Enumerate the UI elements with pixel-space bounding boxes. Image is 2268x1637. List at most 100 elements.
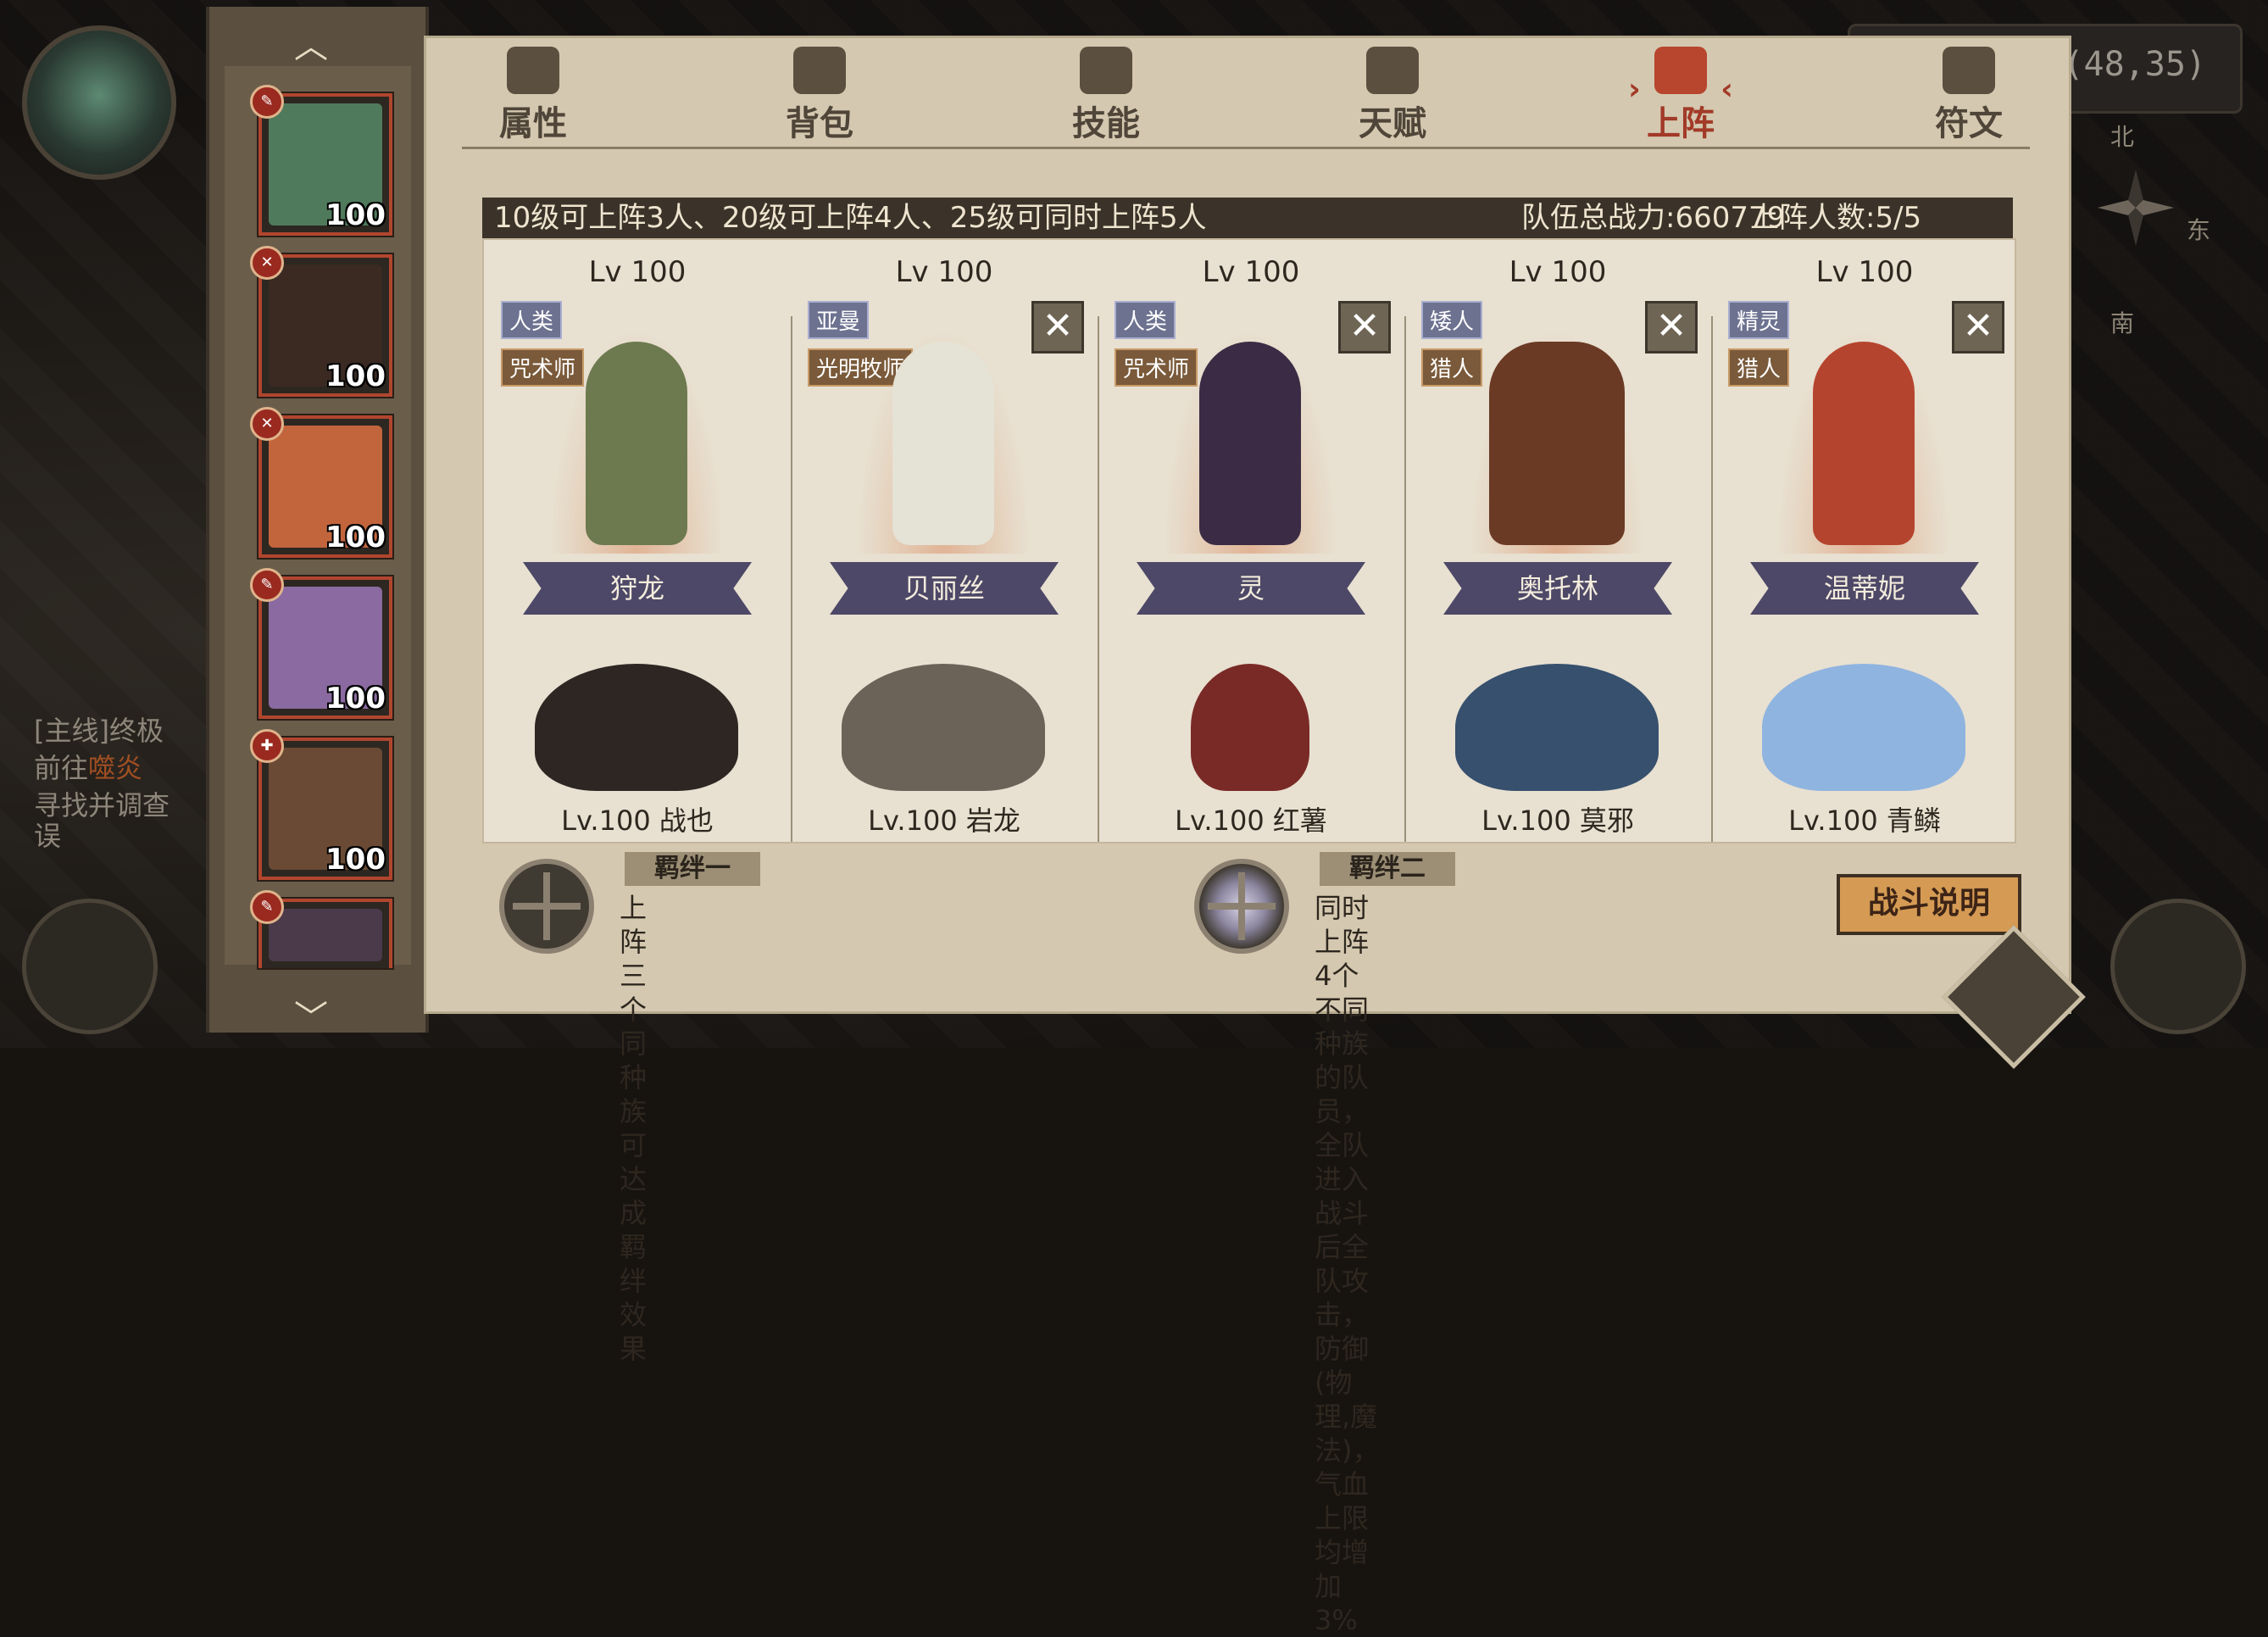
tab-label: 符文	[1935, 104, 2003, 143]
deploy-info-bar: 10级可上阵3人、20级可上阵4人、25级可同时上阵5人 队伍总战力:66077…	[482, 198, 2013, 238]
hero-level-label: Lv 100	[1509, 255, 1607, 289]
compass-star-icon	[2098, 170, 2174, 246]
roster-hero-4[interactable]: ✎ 100	[250, 568, 392, 719]
hero-portrait	[269, 909, 382, 961]
book-icon	[1080, 47, 1132, 94]
roster-hero-5[interactable]: ✚ 100	[250, 729, 392, 880]
hero-name: 狩龙	[609, 572, 664, 604]
compass-north: 北	[2110, 123, 2135, 151]
deploy-slot-1[interactable]: Lv 100 人类 咒术师 狩龙 Lv.100 战也	[484, 240, 791, 842]
tab-label: 背包	[786, 104, 853, 143]
tab-deploy[interactable]: › 上阵 ‹	[1621, 47, 1740, 148]
tab-label: 属性	[499, 104, 567, 143]
hero-name: 灵	[1237, 572, 1265, 604]
hero-figure	[586, 342, 687, 545]
bond-two-description: 同时上阵4个不同种族的队员，全队进入 战斗后全队攻击，防御(物理,魔法)，气血 …	[1315, 892, 1380, 1636]
hero-figure	[892, 342, 994, 545]
remove-hero-button[interactable]: ✕	[1645, 301, 1698, 354]
pet-label: Lv.100 莫邪	[1481, 805, 1634, 837]
hero-level: 100	[325, 198, 386, 232]
hero-name: 温蒂妮	[1823, 572, 1905, 604]
compass: 北 东 南	[2068, 123, 2210, 339]
tab-label: 技能	[1072, 104, 1140, 143]
eye-icon	[1366, 47, 1419, 94]
class-badge-icon: ✚	[250, 729, 284, 763]
hero-name: 贝丽丝	[903, 572, 985, 604]
roster-hero-6[interactable]: ✎	[250, 890, 392, 968]
hero-level-label: Lv 100	[895, 255, 993, 289]
tab-skills[interactable]: 技能	[1047, 47, 1165, 148]
battle-info-button[interactable]: 战斗说明	[1837, 874, 2021, 935]
deploy-slot-3[interactable]: Lv 100 人类 咒术师 ✕ 灵 Lv.100 红薯	[1098, 240, 1404, 842]
scroll-up-arrow-icon[interactable]: ︿	[294, 19, 328, 68]
quest-line-2: 寻找并调查	[34, 789, 170, 821]
hero-level: 100	[325, 843, 386, 877]
unlock-rules-text: 10级可上阵3人、20级可上阵4人、25级可同时上阵5人	[494, 201, 1207, 235]
bond-one-icon[interactable]	[499, 859, 594, 954]
hero-figure	[1199, 342, 1301, 545]
deploy-slot-2[interactable]: Lv 100 亚曼 光明牧师 ✕ 贝丽丝 Lv.100 岩龙	[791, 240, 1098, 842]
team-power: 队伍总战力:660779	[1521, 201, 1786, 235]
tab-attributes[interactable]: 属性	[474, 47, 592, 148]
hero-figure	[1489, 342, 1625, 545]
pet-figure	[535, 664, 738, 791]
pet-figure	[1762, 664, 1965, 791]
quest-line-1: 前往噬炎	[34, 752, 143, 784]
pet-figure	[1191, 664, 1309, 791]
coordinate-text: (48,35)	[2063, 45, 2206, 84]
deploy-slots: Lv 100 人类 咒术师 狩龙 Lv.100 战也 Lv 100 亚曼 光明牧…	[482, 238, 2016, 844]
class-badge-icon: ✎	[250, 85, 284, 119]
scroll-down-arrow-icon[interactable]: ﹀	[294, 990, 328, 1039]
pet-label: Lv.100 青鳞	[1788, 805, 1941, 837]
rune-icon	[1943, 47, 1995, 94]
hero-level-label: Lv 100	[1815, 255, 1914, 289]
pet-figure	[842, 664, 1045, 791]
home-button[interactable]	[2110, 899, 2246, 1034]
bond-one-description: 上阵三个同种族可达成羁绊效果	[620, 892, 648, 1365]
bottom-left-button[interactable]	[22, 899, 158, 1034]
roster-hero-3[interactable]: ✕ 100	[250, 407, 392, 558]
crossed-swords-icon	[1654, 47, 1707, 94]
quest-tracker[interactable]: [主线]终极 前往噬炎 寻找并调查 误	[34, 712, 220, 882]
compass-east: 东	[2187, 216, 2211, 244]
tab-backpack[interactable]: 背包	[760, 47, 879, 148]
bag-icon	[793, 47, 846, 94]
bond-two-icon[interactable]	[1194, 859, 1289, 954]
hero-level: 100	[325, 682, 386, 715]
class-badge-icon: ✕	[250, 246, 284, 280]
active-tab-chevron-right-icon: ‹	[1720, 72, 1733, 107]
tab-runes[interactable]: 符文	[1909, 47, 2028, 148]
compass-south: 南	[2110, 309, 2135, 337]
tab-bar: 属性 背包 技能 天赋 › 上阵 ‹ 符文	[426, 38, 2069, 148]
pet-figure	[1455, 664, 1659, 791]
bond-one-title: 羁绊一	[625, 852, 760, 886]
class-badge-icon: ✎	[250, 890, 284, 924]
quest-tag: [主线]终极	[34, 715, 164, 747]
hero-figure	[1813, 342, 1915, 545]
tab-talent[interactable]: 天赋	[1333, 47, 1452, 148]
roster-hero-2[interactable]: ✕ 100	[250, 246, 392, 397]
hero-level: 100	[325, 359, 386, 393]
class-badge-icon: ✕	[250, 407, 284, 441]
class-badge-icon: ✎	[250, 568, 284, 602]
roster-hero-1[interactable]: ✎ 100	[250, 85, 392, 236]
pet-label: Lv.100 红薯	[1175, 805, 1327, 837]
remove-hero-button[interactable]: ✕	[1031, 301, 1084, 354]
formation-panel: 属性 背包 技能 天赋 › 上阵 ‹ 符文 10级可上阵3人、20级可上阵4人、…	[424, 36, 2071, 1636]
hero-level: 100	[325, 521, 386, 554]
active-tab-chevron-left-icon: ›	[1628, 72, 1641, 107]
quest-line-3: 误	[34, 820, 62, 852]
deploy-count: 上阵人数:5/5	[1750, 201, 1922, 235]
remove-hero-button[interactable]: ✕	[1338, 301, 1391, 354]
hero-roster-list: ✎ 100 ✕ 100 ✕ 100 ✎ 100 ✚ 100 ✎	[225, 66, 411, 968]
deploy-slot-5[interactable]: Lv 100 精灵 猎人 ✕ 温蒂妮 Lv.100 青鳞	[1711, 240, 2018, 842]
hero-roster-panel: ︿ ✎ 100 ✕ 100 ✕ 100 ✎ 100 ✚ 100 ✎ ﹀	[206, 7, 429, 1038]
hero-level-label: Lv 100	[588, 255, 687, 289]
deploy-slot-4[interactable]: Lv 100 矮人 猎人 ✕ 奥托林 Lv.100 莫邪	[1404, 240, 1711, 842]
player-avatar[interactable]	[22, 25, 176, 180]
flame-icon	[507, 47, 559, 94]
tab-label: 天赋	[1359, 104, 1426, 143]
bond-two-title: 羁绊二	[1320, 852, 1455, 886]
pet-label: Lv.100 岩龙	[868, 805, 1020, 837]
remove-hero-button[interactable]: ✕	[1952, 301, 2004, 354]
